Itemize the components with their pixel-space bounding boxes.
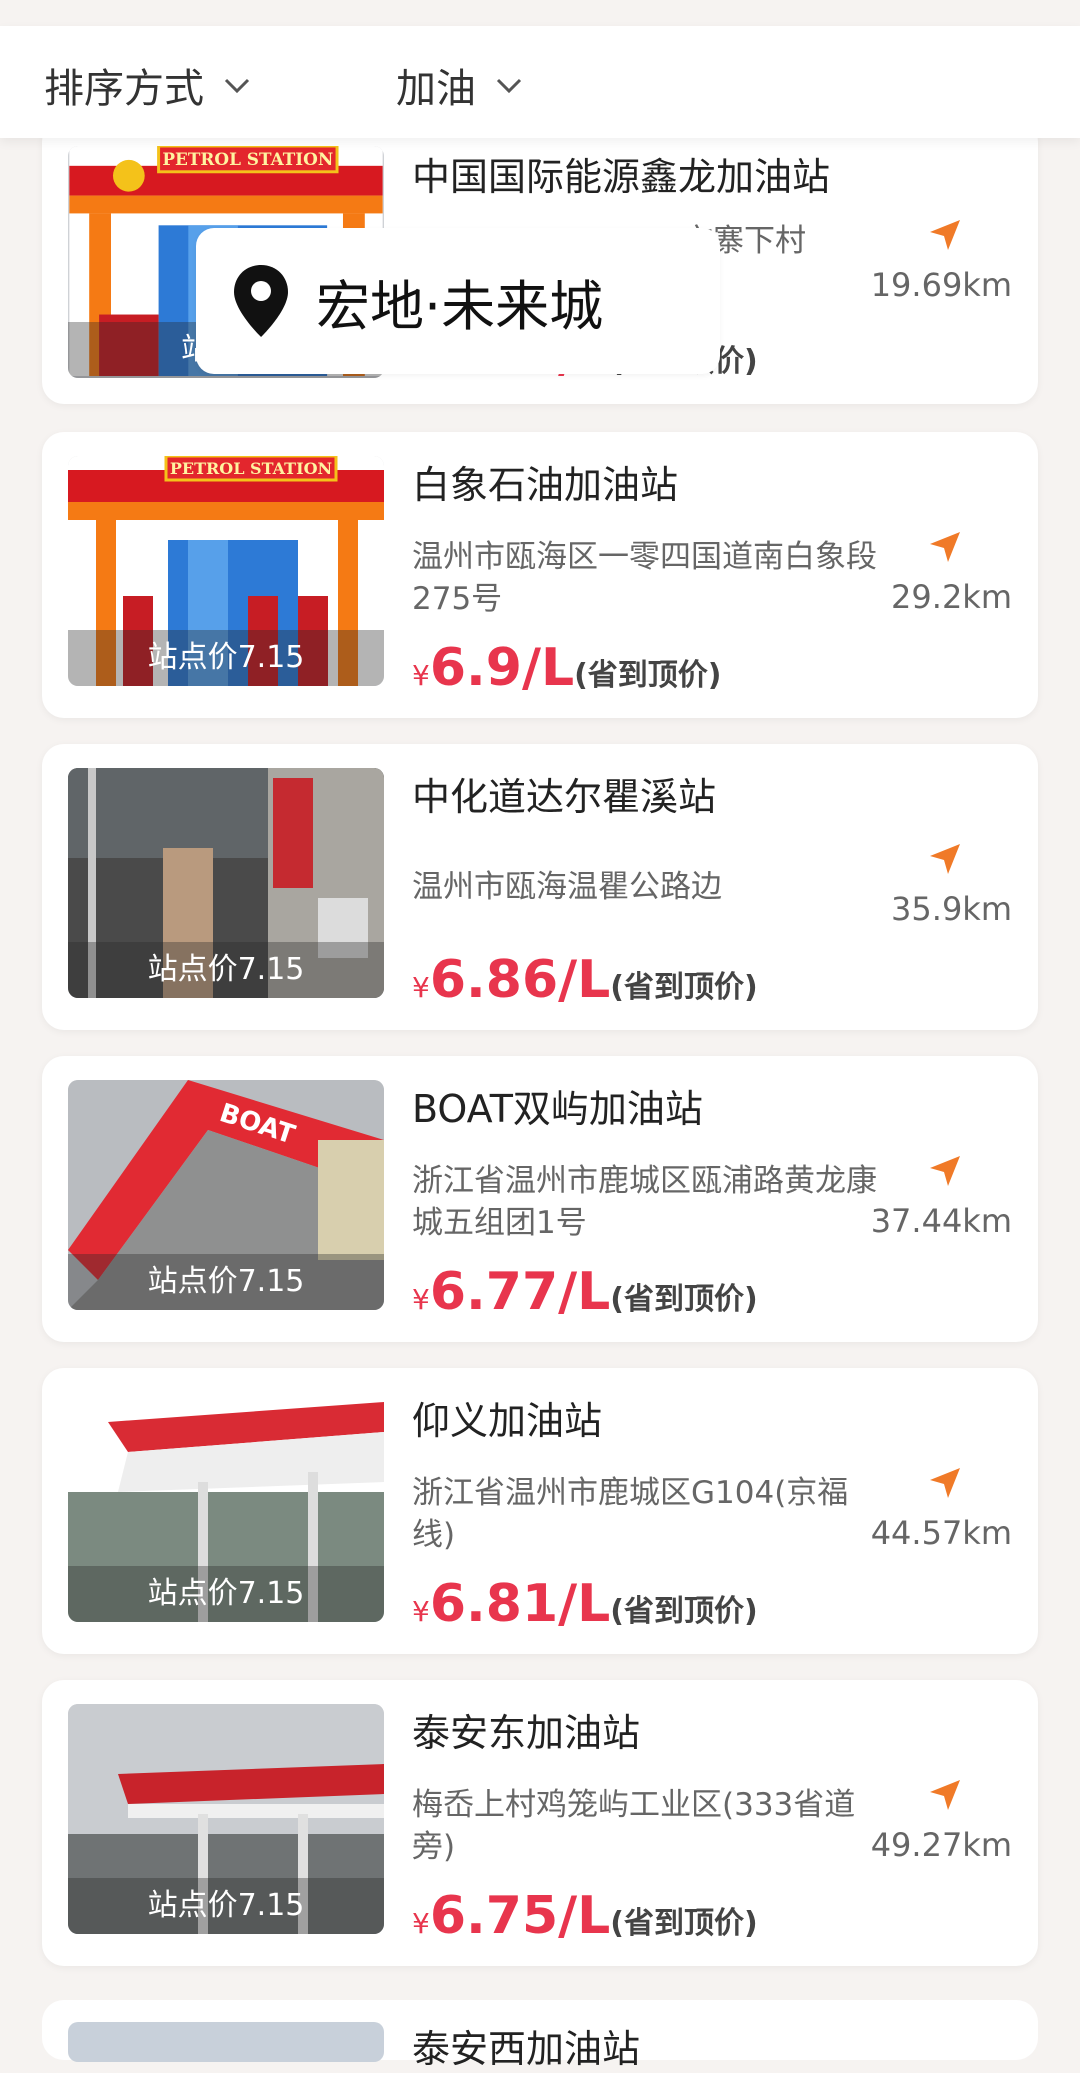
fuel-filter[interactable]: 加油	[396, 56, 524, 114]
station-distance: 19.69km	[870, 266, 1012, 304]
station-address: 温州市瓯海区一零四国道南白象段275号	[412, 539, 877, 617]
filter-bar: 排序方式 加油	[0, 26, 1080, 138]
station-card[interactable]: 站点价7.15 仰义加油站 浙江省温州市鹿城区G104(京福线) 44.57km…	[42, 1368, 1038, 1654]
navigation-icon[interactable]	[928, 1466, 962, 1500]
station-distance: 29.2km	[891, 578, 1012, 616]
station-distance: 49.27km	[870, 1826, 1012, 1864]
station-price-overlay: 站点价7.15	[68, 1878, 384, 1934]
station-name: 泰安西加油站	[412, 2027, 641, 2071]
svg-text:PETROL STATION: PETROL STATION	[162, 149, 333, 169]
navigation-icon[interactable]	[928, 842, 962, 876]
station-name: 中化道达尔瞿溪站	[412, 775, 717, 819]
station-thumbnail: 站点价7.15	[68, 768, 384, 998]
station-card-peek[interactable]: 泰安西加油站	[42, 2000, 1038, 2071]
price-value: 6.81/L	[429, 1574, 611, 1634]
price-note: (省到顶价)	[610, 1906, 758, 1941]
station-thumbnail: PETROL STATION 站点价7.15	[68, 456, 384, 686]
station-price-overlay: 站点价7.15	[68, 630, 384, 686]
station-thumbnail: 站点价7.15	[68, 1704, 384, 1934]
navigation-icon[interactable]	[928, 1778, 962, 1812]
chevron-down-icon	[224, 78, 250, 94]
fuel-filter-label: 加油	[396, 66, 476, 112]
navigation-icon[interactable]	[928, 218, 962, 252]
station-name: 中国国际能源鑫龙加油站	[412, 155, 831, 199]
station-price: ¥ 6.77/L (省到顶价)	[412, 1262, 758, 1322]
currency-symbol: ¥	[412, 1907, 430, 1940]
currency-symbol: ¥	[412, 1283, 430, 1316]
station-card[interactable]: BOAT 站点价7.15 BOAT双屿加油站 浙江省温州市鹿城区瓯浦路黄龙康城五…	[42, 1056, 1038, 1342]
station-price: ¥ 6.86/L (省到顶价)	[412, 950, 758, 1010]
price-value: 6.77/L	[429, 1262, 611, 1322]
top-strip	[0, 0, 1080, 26]
sort-filter-label: 排序方式	[44, 66, 204, 112]
station-distance: 37.44km	[870, 1202, 1012, 1240]
station-card[interactable]: 站点价7.15 中化道达尔瞿溪站 温州市瓯海温瞿公路边 35.9km ¥ 6.8…	[42, 744, 1038, 1030]
navigation-icon[interactable]	[928, 530, 962, 564]
station-price: ¥ 6.75/L (省到顶价)	[412, 1886, 758, 1946]
station-distance: 35.9km	[891, 890, 1012, 928]
station-card[interactable]: 站点价7.15 泰安东加油站 梅岙上村鸡笼屿工业区(333省道旁) 49.27k…	[42, 1680, 1038, 1966]
station-address: 温州市瓯海温瞿公路边	[412, 869, 722, 905]
price-note: (省到顶价)	[574, 658, 722, 693]
station-distance: 44.57km	[870, 1514, 1012, 1552]
station-address: 浙江省温州市鹿城区G104(京福线)	[412, 1475, 849, 1553]
chevron-down-icon	[496, 78, 522, 94]
station-name: 仰义加油站	[412, 1399, 603, 1443]
station-price-overlay: 站点价7.15	[68, 942, 384, 998]
svg-text:PETROL STATION: PETROL STATION	[170, 459, 332, 478]
location-pin-icon	[234, 265, 288, 337]
station-address: 梅岙上村鸡笼屿工业区(333省道旁)	[412, 1787, 856, 1865]
station-name: 泰安东加油站	[412, 1711, 641, 1755]
station-thumbnail: 站点价7.15	[68, 1392, 384, 1622]
station-name: BOAT双屿加油站	[412, 1087, 703, 1131]
currency-symbol: ¥	[412, 971, 430, 1004]
price-value: 6.9/L	[429, 638, 575, 698]
sort-filter[interactable]: 排序方式	[44, 56, 252, 114]
price-note: (省到顶价)	[610, 1282, 758, 1317]
station-address: 浙江省温州市鹿城区瓯浦路黄龙康城五组团1号	[412, 1163, 877, 1241]
station-thumbnail	[68, 2022, 384, 2062]
station-card[interactable]: PETROL STATION 站点价7.15 白象石油加油站 温州市瓯海区一零四…	[42, 432, 1038, 718]
currency-symbol: ¥	[412, 1595, 430, 1628]
station-name: 白象石油加油站	[412, 463, 679, 507]
location-name: 宏地·未来城	[316, 274, 604, 338]
location-popup[interactable]: 宏地·未来城	[196, 228, 720, 374]
navigation-icon[interactable]	[928, 1154, 962, 1188]
station-price: ¥ 6.81/L (省到顶价)	[412, 1574, 758, 1634]
station-price-overlay: 站点价7.15	[68, 1254, 384, 1310]
price-note: (省到顶价)	[610, 970, 758, 1005]
station-price: ¥ 6.9/L (省到顶价)	[412, 638, 722, 698]
price-value: 6.75/L	[429, 1886, 611, 1946]
station-thumbnail: BOAT 站点价7.15	[68, 1080, 384, 1310]
price-note: (省到顶价)	[610, 1594, 758, 1629]
currency-symbol: ¥	[412, 659, 430, 692]
price-value: 6.86/L	[429, 950, 611, 1010]
station-price-overlay: 站点价7.15	[68, 1566, 384, 1622]
